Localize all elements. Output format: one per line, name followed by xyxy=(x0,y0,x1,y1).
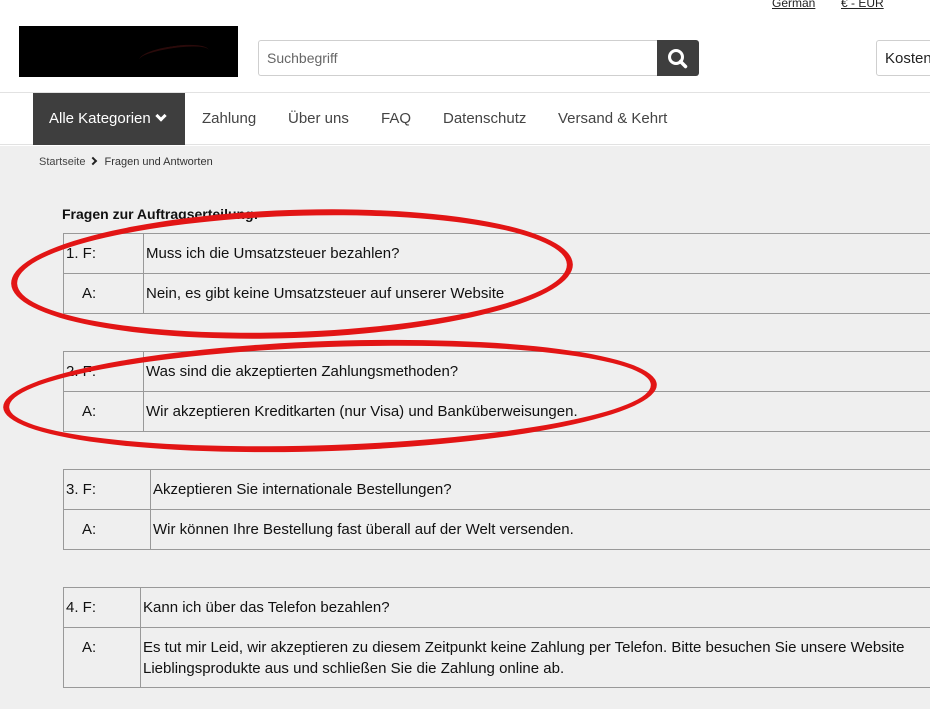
question-label: 4. F: xyxy=(63,587,141,628)
logo-swoosh xyxy=(138,41,210,69)
answer-label: A: xyxy=(63,391,144,432)
faq-item-2: 2. F: Was sind die akzeptierten Zahlungs… xyxy=(63,351,930,432)
site-logo[interactable] xyxy=(19,26,238,77)
nav-link-ueber-uns[interactable]: Über uns xyxy=(288,110,349,127)
question-text: Was sind die akzeptierten Zahlungsmethod… xyxy=(143,351,930,392)
search-bar xyxy=(258,40,699,76)
nav-link-datenschutz[interactable]: Datenschutz xyxy=(443,110,526,127)
all-categories-label: Alle Kategorien xyxy=(49,110,151,127)
faq-item-4: 4. F: Kann ich über das Telefon bezahlen… xyxy=(63,587,930,688)
question-label: 1. F: xyxy=(63,233,144,274)
answer-label: A: xyxy=(63,627,141,688)
breadcrumb-current: Fragen und Antworten xyxy=(104,156,213,168)
all-categories-button[interactable]: Alle Kategorien xyxy=(33,93,185,145)
question-label: 3. F: xyxy=(63,469,151,510)
chevron-right-icon xyxy=(89,156,98,166)
question-text: Akzeptieren Sie internationale Bestellun… xyxy=(150,469,930,510)
language-selector[interactable]: German xyxy=(772,0,815,10)
nav-link-zahlung[interactable]: Zahlung xyxy=(202,110,256,127)
main-nav: Alle Kategorien Zahlung Über uns FAQ Dat… xyxy=(0,92,930,145)
currency-selector[interactable]: € - EUR xyxy=(841,0,884,10)
answer-label: A: xyxy=(63,273,144,314)
search-icon xyxy=(668,49,688,69)
question-text: Muss ich die Umsatzsteuer bezahlen? xyxy=(143,233,930,274)
answer-line-1: Es tut mir Leid, wir akzeptieren zu dies… xyxy=(143,638,905,656)
search-input[interactable] xyxy=(258,40,658,76)
nav-link-versand[interactable]: Versand & Kehrt xyxy=(558,110,667,127)
breadcrumb: Startseite Fragen und Antworten xyxy=(39,156,213,168)
chevron-down-icon xyxy=(155,110,167,122)
faq-item-1: 1. F: Muss ich die Umsatzsteuer bezahlen… xyxy=(63,233,930,314)
answer-text: Nein, es gibt keine Umsatzsteuer auf uns… xyxy=(143,273,930,314)
cart-button[interactable]: Kosten xyxy=(876,40,930,76)
question-label: 2. F: xyxy=(63,351,144,392)
answer-text: Wir können Ihre Bestellung fast überall … xyxy=(150,509,930,550)
nav-link-faq[interactable]: FAQ xyxy=(381,110,411,127)
search-button[interactable] xyxy=(657,40,699,76)
answer-line-2: Lieblingsprodukte aus und schließen Sie … xyxy=(143,659,565,677)
question-text: Kann ich über das Telefon bezahlen? xyxy=(140,587,930,628)
main-content: Startseite Fragen und Antworten Fragen zu… xyxy=(0,146,930,709)
answer-text: Wir akzeptieren Kreditkarten (nur Visa) … xyxy=(143,391,930,432)
top-bar: German € - EUR xyxy=(0,0,930,14)
breadcrumb-home[interactable]: Startseite xyxy=(39,156,85,168)
answer-label: A: xyxy=(63,509,151,550)
answer-text: Es tut mir Leid, wir akzeptieren zu dies… xyxy=(140,627,930,688)
faq-item-3: 3. F: Akzeptieren Sie internationale Bes… xyxy=(63,469,930,550)
section-title: Fragen zur Auftragserteilung: xyxy=(62,206,259,222)
